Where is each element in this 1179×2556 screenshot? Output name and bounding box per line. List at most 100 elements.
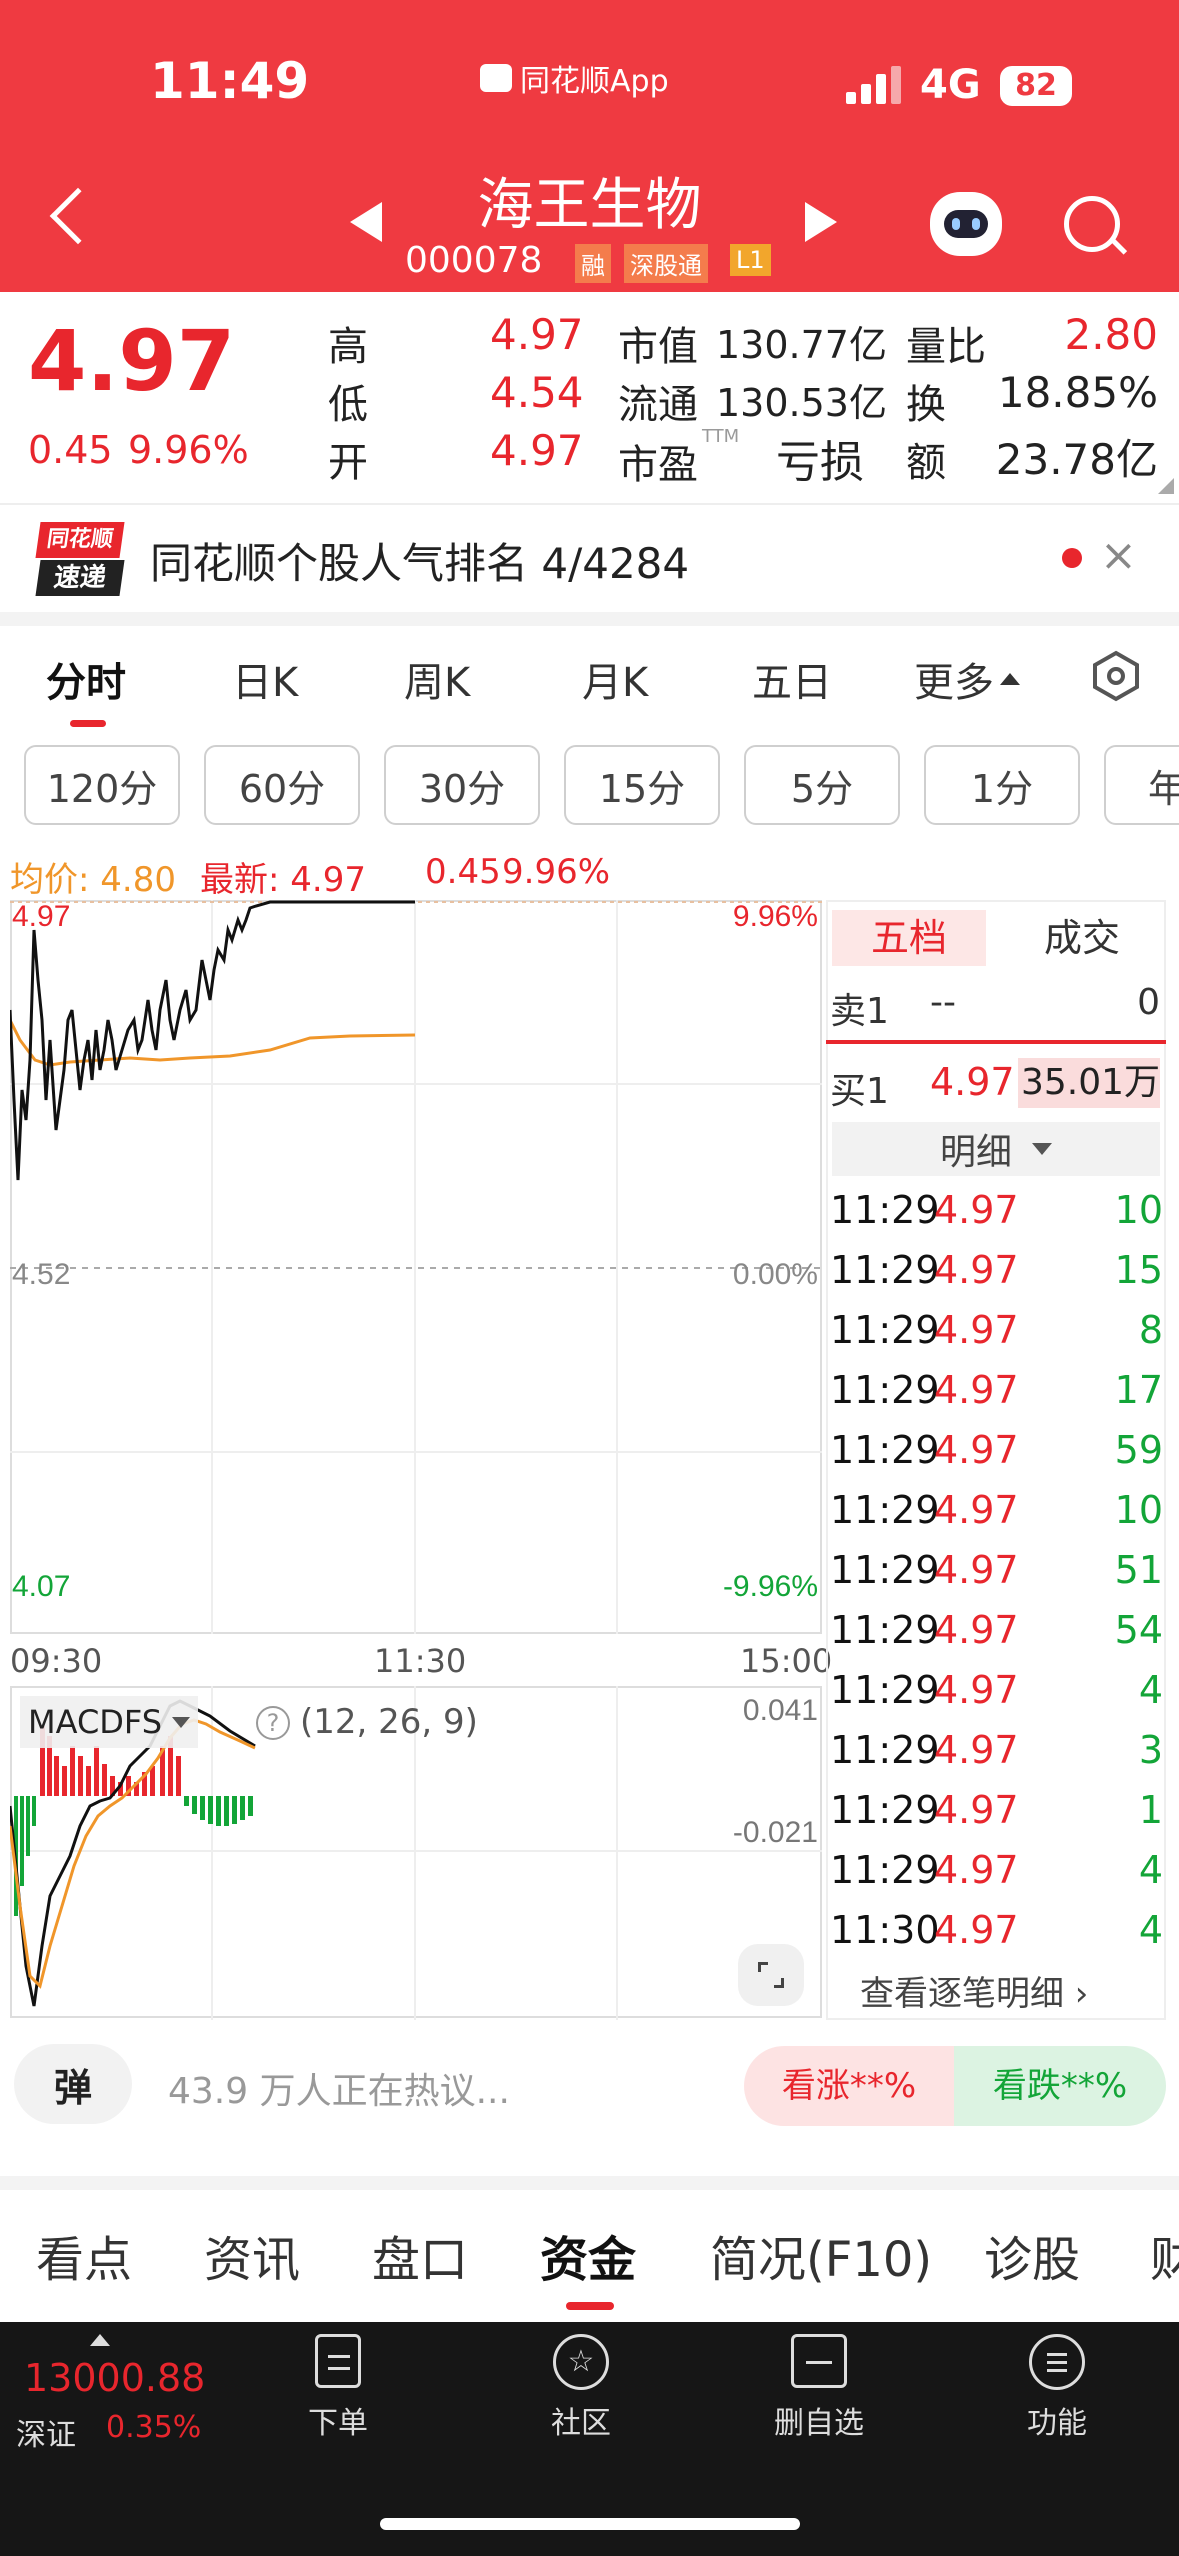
expand-corner-icon[interactable]	[1158, 478, 1174, 494]
macd-bars	[14, 1726, 253, 1916]
sell1-price: --	[930, 982, 956, 1023]
period-year-label: 年	[1148, 766, 1179, 811]
stat-open-value: 4.97	[490, 426, 584, 475]
danmu-label: 弹	[53, 2065, 92, 2110]
order-form-icon	[315, 2334, 361, 2388]
stat-pe-ttm: TTM	[702, 426, 740, 447]
top-header: 11:49 同花顺App 4G 82 海王生物 000078 融 深股通 L1	[0, 0, 1179, 292]
macd-selector[interactable]: MACDFS	[20, 1696, 199, 1748]
stat-pe-label: 市盈	[618, 442, 698, 488]
fullscreen-icon[interactable]	[738, 1944, 804, 2006]
avg-price-label: 均价: 4.80	[10, 860, 176, 900]
tick-row: 11:29 4.97 8	[830, 1308, 1163, 1352]
period-60m[interactable]: 60分	[204, 745, 360, 825]
tick-row: 11:29 4.97 1	[830, 1788, 1163, 1832]
stat-high-label: 高	[328, 324, 368, 370]
battery-icon: 82	[1000, 66, 1072, 106]
menu-icon	[1029, 2334, 1085, 2390]
buy1-label: 买1	[830, 1071, 889, 1112]
stock-title: 海王生物	[477, 173, 702, 238]
robot-assistant-icon[interactable]	[930, 192, 1002, 256]
tab-active-underline	[70, 720, 106, 727]
chevron-down-icon	[172, 1716, 191, 1728]
view-tick-detail-link[interactable]: 查看逐笔明细 ›	[860, 1966, 1088, 2015]
chevron-down-icon	[1032, 1143, 1052, 1155]
sell1-label: 卖1	[830, 991, 889, 1032]
remove-watchlist-button[interactable]: 删自选	[744, 2334, 894, 2442]
period-year[interactable]: 年	[1104, 745, 1179, 825]
tab-profile-f10[interactable]: 简况(F10)	[710, 2220, 932, 2290]
macd-dea-line	[10, 1718, 256, 1989]
detail-header-label: 明细	[939, 1132, 1012, 1173]
settings-hexagon-icon[interactable]	[1090, 650, 1142, 702]
order-button[interactable]: 下单	[263, 2334, 413, 2442]
tab-more-label: 更多	[914, 660, 994, 706]
macd-axis-bottom: -0.021	[733, 1816, 818, 1849]
next-stock-icon[interactable]	[805, 202, 837, 242]
community-button[interactable]: ☆ 社区	[506, 2334, 656, 2442]
tick-row: 11:29 4.97 54	[830, 1608, 1163, 1652]
tab-trades[interactable]: 成交	[1044, 910, 1120, 966]
current-price: 4.97	[28, 312, 236, 410]
index-pct: 0.35%	[106, 2410, 202, 2445]
x-axis-start: 09:30	[10, 1642, 103, 1680]
latest-pct: 9.96%	[502, 852, 611, 892]
tick-row: 11:29 4.97 10	[830, 1488, 1163, 1532]
tab-news[interactable]: 资讯	[204, 2220, 300, 2290]
intraday-chart[interactable]: 4.97 4.52 4.07 9.96% 0.00% -9.96%	[10, 900, 822, 1640]
stat-mcap-value: 130.77亿	[716, 323, 887, 367]
tick-row: 11:29 4.97 15	[830, 1248, 1163, 1292]
price-change-pct: 9.96%	[128, 428, 249, 472]
section-gap	[0, 612, 1179, 626]
tick-row: 11:30 4.97 4	[830, 1908, 1163, 1952]
period-15m[interactable]: 15分	[564, 745, 720, 825]
detail-header[interactable]: 明细	[832, 1122, 1160, 1176]
stat-pe-value: 亏损	[776, 437, 864, 488]
tab-diagnosis[interactable]: 诊股	[984, 2220, 1080, 2290]
book-divider	[826, 1040, 1166, 1044]
status-time: 11:49	[150, 52, 310, 110]
period-120m[interactable]: 120分	[24, 745, 180, 825]
macd-axis-top: 0.041	[743, 1694, 818, 1727]
x-axis-end: 15:00	[740, 1642, 833, 1680]
tab-highlights[interactable]: 看点	[36, 2220, 132, 2290]
network-label: 4G	[920, 62, 981, 108]
help-icon[interactable]: ?	[256, 1706, 290, 1740]
close-icon[interactable]: ×	[1100, 530, 1137, 581]
tick-row: 11:29 4.97 4	[830, 1848, 1163, 1892]
latest-change: 0.45	[425, 852, 501, 892]
stat-turnover-label: 换	[906, 382, 946, 428]
bullish-button[interactable]: 看涨**%	[744, 2046, 954, 2126]
function-button[interactable]: 功能	[982, 2334, 1132, 2442]
stat-volratio-value: 2.80	[1064, 310, 1158, 359]
stat-float-value: 130.53亿	[716, 381, 887, 425]
y-axis-mid: 4.52	[12, 1258, 70, 1291]
tab-finance[interactable]: 财	[1150, 2220, 1179, 2290]
macd-params: (12, 26, 9)	[300, 1702, 478, 1742]
tab-five-levels[interactable]: 五档	[832, 910, 986, 966]
tab-daily-k[interactable]: 日K	[232, 650, 298, 708]
discussion-text[interactable]: 43.9 万人正在热议...	[168, 2062, 510, 2114]
tab-five-day[interactable]: 五日	[752, 650, 832, 708]
tab-fenshi[interactable]: 分时	[46, 650, 126, 708]
latest-price-label: 最新: 4.97	[200, 860, 366, 900]
tab-handicap[interactable]: 盘口	[372, 2220, 468, 2290]
tab-weekly-k[interactable]: 周K	[404, 650, 470, 708]
period-5m[interactable]: 5分	[744, 745, 900, 825]
community-label: 社区	[551, 2406, 611, 2441]
bearish-button[interactable]: 看跌**%	[954, 2046, 1166, 2126]
danmu-button[interactable]: 弹	[14, 2044, 132, 2124]
index-name: 深证	[16, 2418, 76, 2453]
tab-monthly-k[interactable]: 月K	[582, 650, 648, 708]
period-30m[interactable]: 30分	[384, 745, 540, 825]
banner-text[interactable]: 同花顺个股人气排名 4/4284	[150, 530, 689, 591]
period-1m[interactable]: 1分	[924, 745, 1080, 825]
tick-row: 11:29 4.97 3	[830, 1728, 1163, 1772]
tick-row: 11:29 4.97 59	[830, 1428, 1163, 1472]
badge-sgt: 深股通	[624, 244, 708, 283]
notification-dot	[1062, 548, 1082, 568]
tab-capital[interactable]: 资金	[540, 2220, 636, 2290]
tab-more[interactable]: 更多	[914, 650, 1020, 708]
index-value[interactable]: 13000.88	[24, 2356, 205, 2400]
stat-low-label: 低	[328, 382, 368, 428]
